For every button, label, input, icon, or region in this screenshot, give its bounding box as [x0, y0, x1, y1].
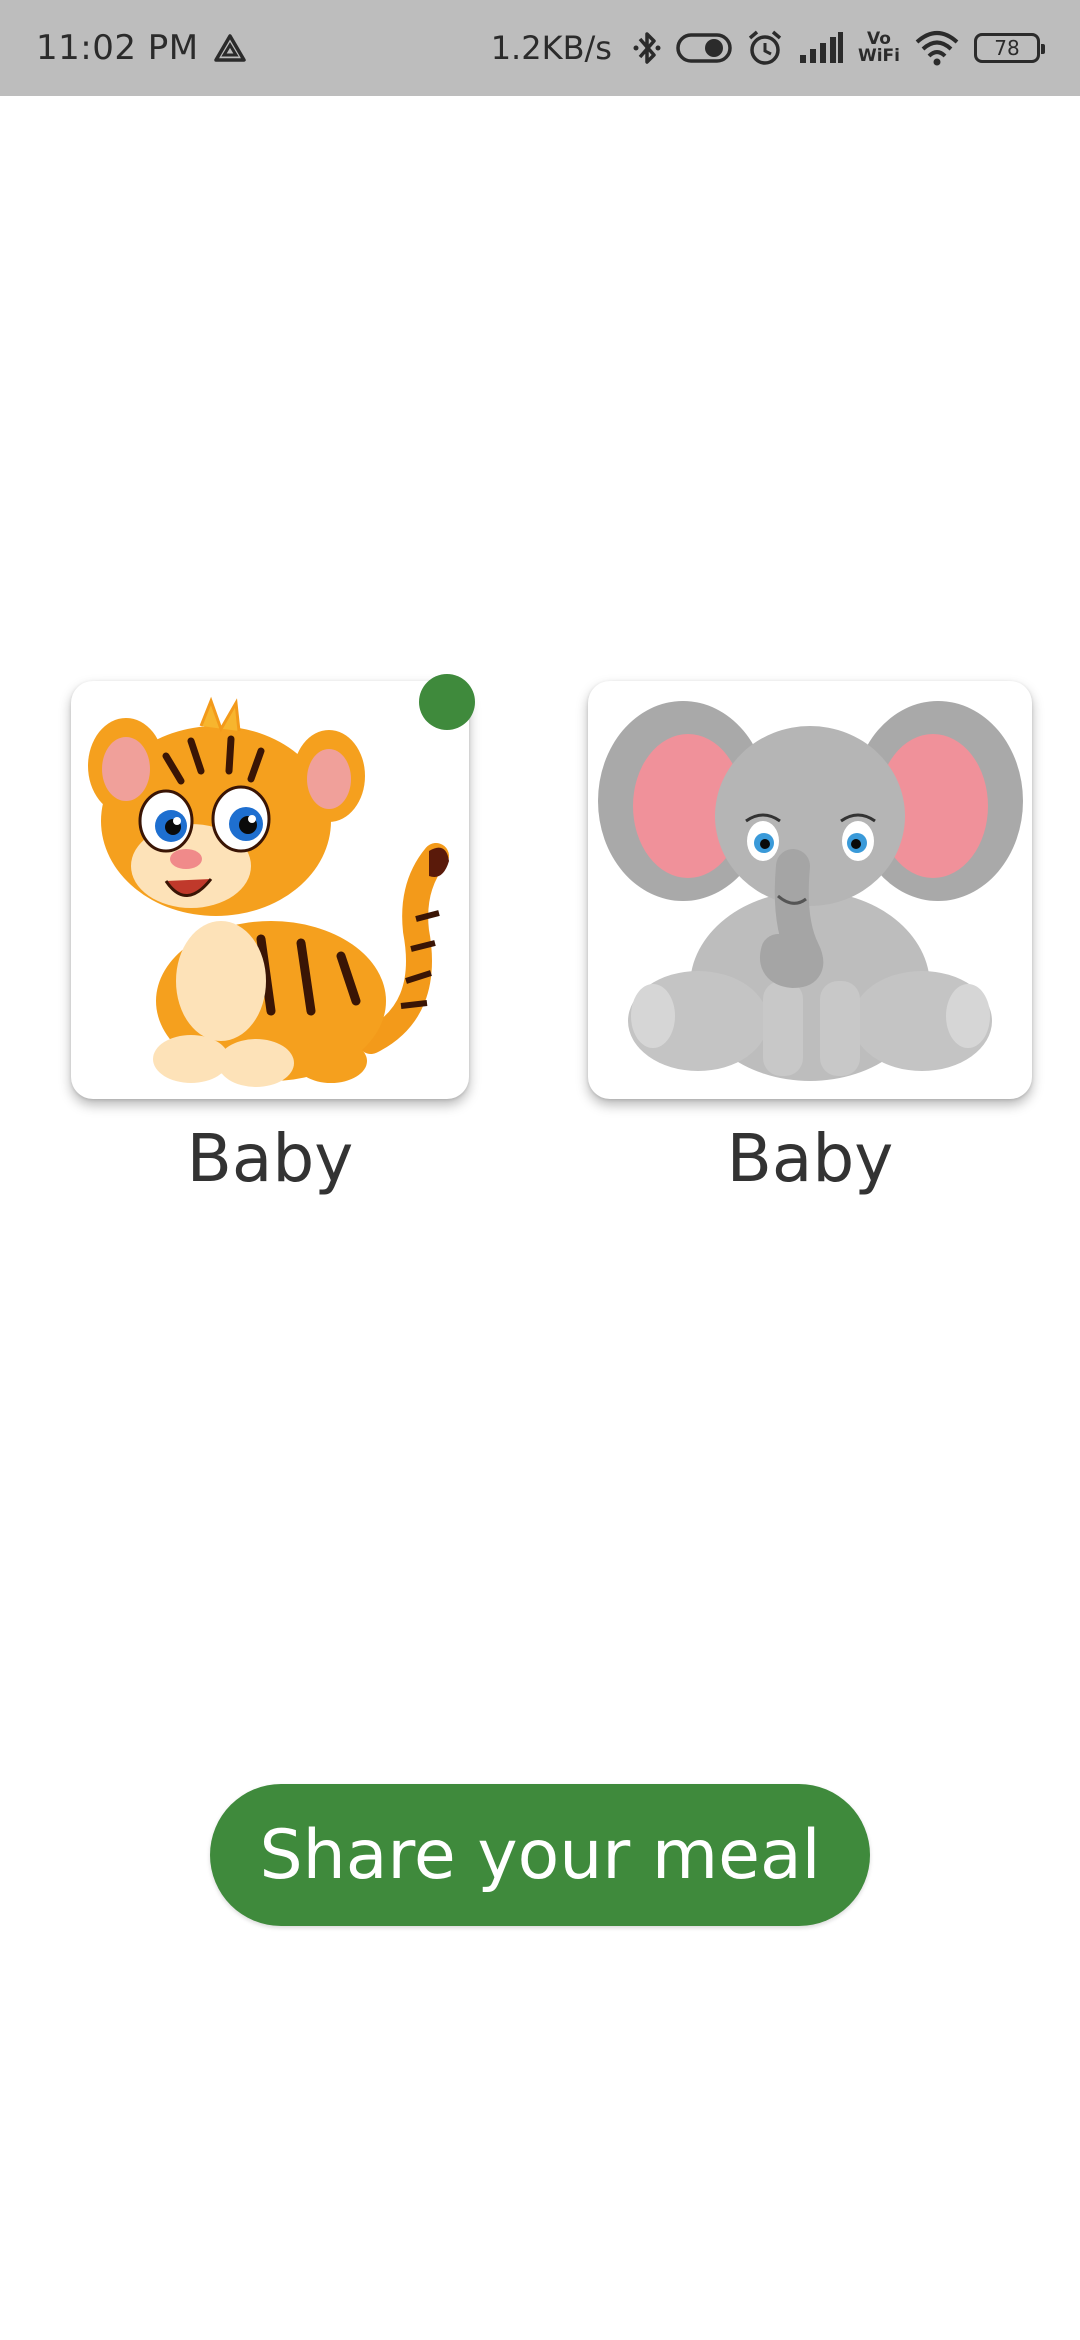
selected-indicator: [419, 674, 475, 730]
toggle-icon: [676, 32, 732, 64]
wifi-icon: [914, 30, 960, 66]
status-right: 1.2KB/s Vo WiFi 78: [490, 29, 1045, 67]
tiger-card[interactable]: [71, 681, 469, 1099]
signal-icon: [798, 31, 844, 65]
tiger-label: Baby: [186, 1120, 354, 1197]
baby-tiger-icon: [88, 696, 449, 1087]
vowifi-bottom: WiFi: [857, 46, 900, 66]
status-bar: 11:02 PM 1.2KB/s Vo WiFi 78: [0, 0, 1080, 96]
status-time: 11:02 PM: [36, 28, 199, 68]
alarm-icon: [746, 29, 784, 67]
status-left: 11:02 PM: [36, 28, 247, 68]
vowifi-indicator: Vo WiFi: [858, 31, 900, 65]
baby-elephant-icon: [598, 701, 1023, 1081]
elephant-label: Baby: [726, 1120, 894, 1197]
bluetooth-icon: [632, 29, 662, 67]
battery-icon: 78: [974, 33, 1045, 63]
battery-level: 78: [994, 36, 1020, 60]
share-meal-button[interactable]: Share your meal: [210, 1784, 870, 1926]
drive-icon: [213, 33, 247, 63]
elephant-card[interactable]: [588, 681, 1032, 1099]
net-speed: 1.2KB/s: [490, 29, 612, 67]
